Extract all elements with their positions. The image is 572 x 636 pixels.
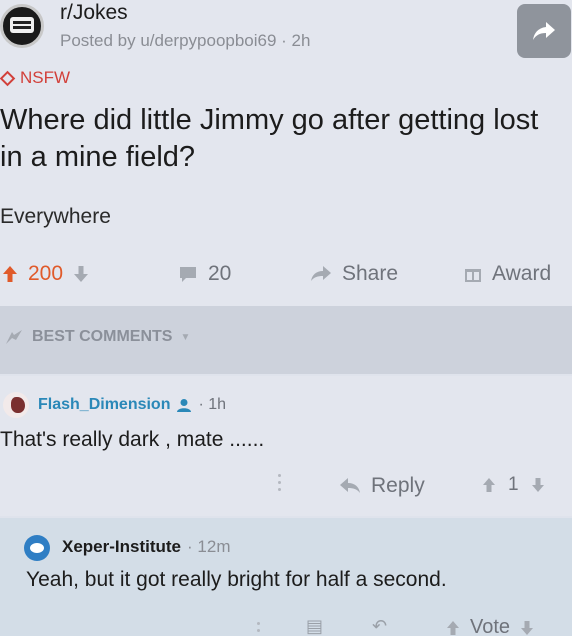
- comment: Flash_Dimension · 1h That's really dark …: [0, 376, 572, 516]
- comment-time: · 12m: [187, 537, 231, 556]
- nsfw-diamond-icon: [0, 70, 16, 86]
- comment-action-bar: Reply 1: [0, 474, 572, 504]
- avatar[interactable]: [24, 535, 50, 561]
- post-body: Everywhere: [0, 205, 111, 228]
- comment-sort-bar[interactable]: BEST COMMENTS ▼: [0, 306, 572, 374]
- reply-comment: Xeper-Institute · 12m Yeah, but it got r…: [0, 518, 572, 636]
- comments-button[interactable]: 20: [178, 262, 231, 286]
- comment-author[interactable]: Flash_Dimension: [38, 396, 170, 414]
- share-arrow-icon: [311, 266, 331, 281]
- share-button[interactable]: Share: [310, 262, 398, 286]
- subreddit-name[interactable]: r/Jokes: [60, 1, 128, 25]
- subreddit-logo-line: [13, 21, 31, 24]
- post-title[interactable]: Where did little Jimmy go after getting …: [0, 102, 565, 176]
- post-meta: Posted by u/derpypoopboi69 · 2h: [60, 31, 311, 50]
- avatar-face: [30, 543, 44, 553]
- reply-arrow-icon[interactable]: ↶: [372, 616, 387, 636]
- comment-count: 20: [208, 262, 232, 285]
- op-user-icon: [177, 398, 192, 412]
- comment-action-bar: ▤ ↶ Vote: [0, 614, 572, 636]
- nsfw-badge: NSFW: [0, 68, 71, 88]
- upvote-count: 200: [28, 262, 64, 285]
- comment-vote: 1: [482, 474, 545, 496]
- subreddit-logo-shape: [10, 17, 34, 33]
- comment-text: That's really dark , mate ......: [0, 428, 265, 451]
- downvote-arrow-icon[interactable]: [520, 620, 534, 636]
- gift-icon[interactable]: ▤: [306, 616, 323, 636]
- comment-author[interactable]: Xeper-Institute: [62, 537, 181, 557]
- reply-arrow-icon: [340, 478, 360, 493]
- downvote-arrow-icon[interactable]: [531, 477, 545, 493]
- upvote-arrow-icon[interactable]: [2, 265, 18, 283]
- more-options-icon[interactable]: [257, 622, 261, 636]
- chevron-down-icon: ▼: [180, 331, 191, 343]
- sort-selector[interactable]: BEST COMMENTS ▼: [4, 328, 190, 346]
- nsfw-label: NSFW: [20, 68, 71, 87]
- comment-bubble-icon: [180, 267, 196, 282]
- rocket-icon: [6, 330, 22, 344]
- more-options-icon[interactable]: [278, 474, 282, 491]
- share-button-top[interactable]: [517, 4, 571, 58]
- vote-label: Vote: [470, 616, 511, 636]
- avatar-image: [11, 397, 25, 413]
- comment-time: · 1h: [198, 396, 227, 413]
- subreddit-avatar[interactable]: [0, 4, 44, 48]
- post-action-bar: 200 20 Share Award: [0, 258, 572, 292]
- share-arrow-icon: [533, 22, 555, 40]
- downvote-arrow-icon[interactable]: [73, 265, 89, 283]
- avatar[interactable]: [3, 392, 29, 418]
- reply-button[interactable]: Reply: [339, 474, 425, 498]
- post-card: r/Jokes Posted by u/derpypoopboi69 · 2h …: [0, 0, 572, 306]
- reply-label: Reply: [371, 474, 425, 497]
- comment-vote: Vote: [446, 616, 534, 636]
- subreddit-logo-line: [13, 26, 31, 29]
- upvote-arrow-icon[interactable]: [482, 477, 496, 493]
- share-label: Share: [342, 262, 399, 285]
- upvote-arrow-icon[interactable]: [446, 620, 460, 636]
- comment-author-row: Xeper-Institute · 12m: [62, 537, 231, 557]
- post-vote: 200: [2, 262, 89, 286]
- gift-icon: [465, 269, 481, 282]
- award-button[interactable]: Award: [464, 262, 551, 286]
- comment-text: Yeah, but it got really bright for half …: [26, 568, 447, 591]
- vote-count: 1: [508, 474, 519, 495]
- award-label: Award: [492, 262, 552, 285]
- comment-author-row: Flash_Dimension · 1h: [38, 396, 226, 414]
- sort-label: BEST COMMENTS: [32, 328, 173, 345]
